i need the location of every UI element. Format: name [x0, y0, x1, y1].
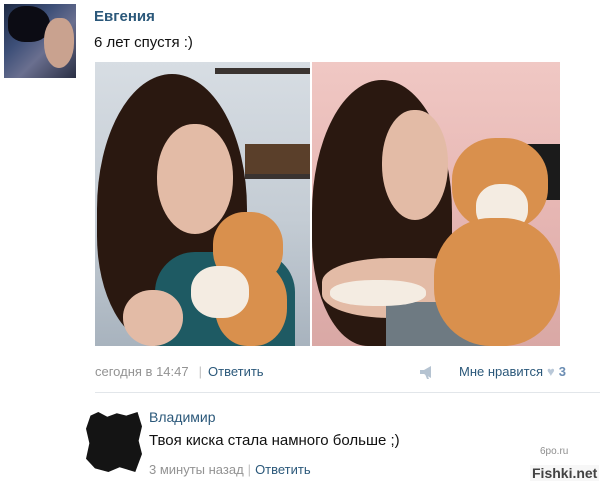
- heart-icon: ♥: [547, 364, 555, 379]
- post-timestamp[interactable]: сегодня в 14:47: [95, 364, 189, 379]
- cat-body: [434, 218, 560, 346]
- kitten-paws: [191, 266, 249, 318]
- like-count: 3: [558, 364, 566, 379]
- comment-author-avatar[interactable]: [86, 412, 142, 472]
- like-button[interactable]: Мне нравится ♥ 3: [459, 364, 566, 379]
- site-watermark: Fishki.net: [530, 465, 600, 481]
- post-photo-right[interactable]: [312, 62, 560, 346]
- face: [382, 110, 448, 220]
- comment-author-name[interactable]: Владимир: [149, 409, 216, 425]
- cat-paw: [330, 280, 426, 306]
- author-avatar[interactable]: [4, 4, 76, 78]
- divider: [95, 392, 600, 393]
- meta-separator: |: [247, 462, 252, 477]
- post-reply-link[interactable]: Ответить: [208, 364, 264, 379]
- megaphone-icon[interactable]: [419, 364, 437, 380]
- shelf: [215, 68, 310, 74]
- comment-reply-link[interactable]: Ответить: [255, 462, 311, 477]
- meta-separator: |: [198, 364, 202, 379]
- shelf-box: [245, 144, 310, 174]
- avatar-face: [44, 18, 74, 68]
- comment-meta: 3 минуты назад | Ответить: [149, 462, 311, 477]
- site-watermark-small: 6po.ru: [540, 446, 569, 457]
- post-author-name[interactable]: Евгения: [94, 8, 155, 25]
- face: [157, 124, 233, 234]
- comment-timestamp[interactable]: 3 минуты назад: [149, 462, 244, 477]
- post-meta: сегодня в 14:47 | Ответить: [95, 364, 264, 379]
- comment-text: Твоя киска стала намного больше ;): [149, 432, 400, 449]
- hand: [123, 290, 183, 346]
- post-photo-left[interactable]: [95, 62, 310, 346]
- shelf: [245, 174, 310, 179]
- like-label: Мне нравится: [459, 364, 544, 379]
- post-text: 6 лет спустя :): [94, 34, 193, 51]
